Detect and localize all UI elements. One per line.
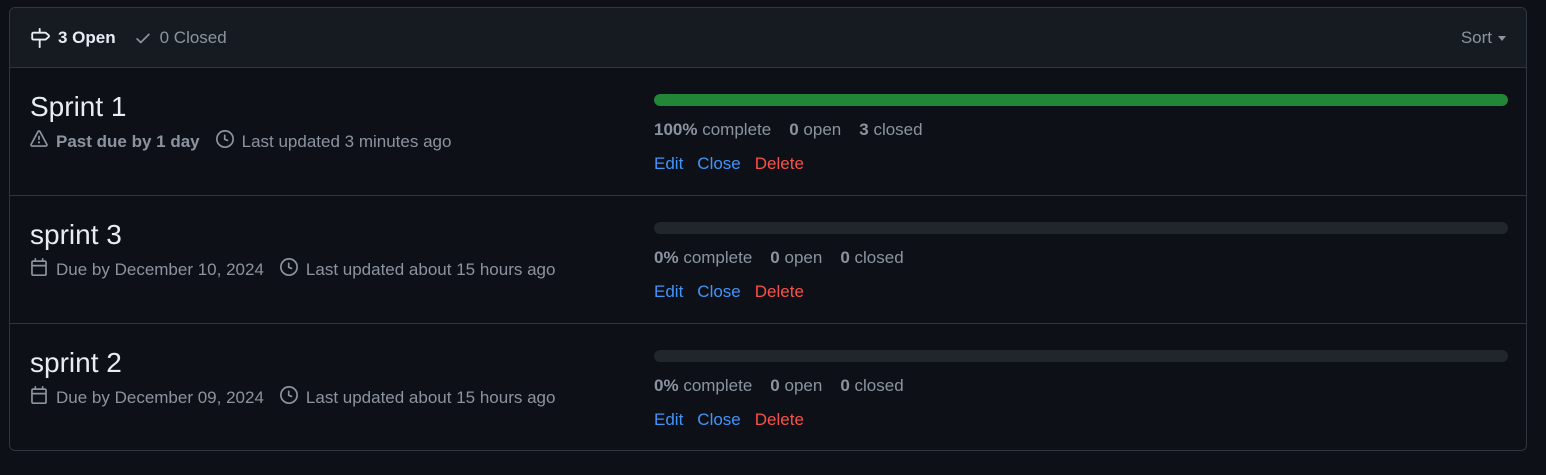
updated-text: Last updated about 15 hours ago [305, 259, 556, 279]
closed-issues-count: 0 closed [840, 248, 904, 267]
clock-icon [279, 386, 298, 409]
due-text: Due by December 09, 2024 [56, 387, 264, 407]
calendar-icon [30, 258, 48, 281]
milestones-header: 3 Open 0 Closed Sort [10, 8, 1526, 68]
milestone-actions: Edit Close Delete [654, 410, 1508, 430]
due-text: Past due by 1 day [56, 131, 200, 151]
clock-icon [279, 258, 298, 281]
milestone-row: Sprint 1 Past due by 1 day Last updated … [10, 68, 1526, 196]
open-issues-count: 0 open [770, 376, 823, 395]
check-icon [134, 29, 152, 47]
due-text: Due by December 10, 2024 [56, 259, 264, 279]
open-count-label: 3 Open [58, 27, 116, 47]
delete-link[interactable]: Delete [755, 282, 804, 302]
delete-link[interactable]: Delete [755, 154, 804, 174]
milestone-actions: Edit Close Delete [654, 282, 1508, 302]
alert-icon [30, 130, 48, 153]
milestone-actions: Edit Close Delete [654, 154, 1508, 174]
milestone-title[interactable]: Sprint 1 [30, 90, 467, 124]
percent-complete: 0% complete [654, 376, 753, 395]
edit-link[interactable]: Edit [654, 282, 683, 302]
milestone-stats: 0% complete 0 open 0 closed [654, 376, 1508, 396]
milestone-due: Past due by 1 day [30, 130, 200, 153]
close-link[interactable]: Close [697, 154, 740, 174]
open-filter[interactable]: 3 Open [30, 27, 116, 48]
edit-link[interactable]: Edit [654, 154, 683, 174]
milestone-title[interactable]: sprint 3 [30, 218, 571, 252]
close-link[interactable]: Close [697, 410, 740, 430]
open-issues-count: 0 open [770, 248, 823, 267]
milestone-updated: Last updated 3 minutes ago [215, 130, 452, 153]
progress-bar-fill [654, 94, 1508, 106]
calendar-icon [30, 386, 48, 409]
caret-down-icon [1498, 36, 1506, 41]
progress-bar [654, 94, 1508, 106]
open-issues-count: 0 open [789, 120, 842, 139]
milestone-updated: Last updated about 15 hours ago [279, 386, 556, 409]
percent-complete: 100% complete [654, 120, 772, 139]
edit-link[interactable]: Edit [654, 410, 683, 430]
milestone-due: Due by December 10, 2024 [30, 258, 264, 281]
milestone-due: Due by December 09, 2024 [30, 386, 264, 409]
milestone-icon [30, 27, 50, 48]
closed-count-label: 0 Closed [159, 27, 227, 47]
updated-text: Last updated about 15 hours ago [305, 387, 556, 407]
milestone-meta: Due by December 09, 2024 Last updated ab… [30, 386, 571, 409]
clock-icon [215, 130, 234, 153]
milestone-row: sprint 2 Due by December 09, 2024 Last u… [10, 324, 1526, 450]
sort-label: Sort [1460, 27, 1492, 47]
progress-bar [654, 222, 1508, 234]
percent-complete: 0% complete [654, 248, 753, 267]
closed-issues-count: 3 closed [859, 120, 923, 139]
milestone-stats: 100% complete 0 open 3 closed [654, 120, 1508, 140]
milestone-updated: Last updated about 15 hours ago [279, 258, 556, 281]
milestone-stats: 0% complete 0 open 0 closed [654, 248, 1508, 268]
milestone-row: sprint 3 Due by December 10, 2024 Last u… [10, 196, 1526, 324]
milestone-title[interactable]: sprint 2 [30, 346, 571, 380]
milestone-meta: Past due by 1 day Last updated 3 minutes… [30, 130, 467, 153]
closed-filter[interactable]: 0 Closed [134, 28, 227, 48]
updated-text: Last updated 3 minutes ago [241, 131, 452, 151]
sort-dropdown[interactable]: Sort [1461, 28, 1506, 48]
closed-issues-count: 0 closed [840, 376, 904, 395]
delete-link[interactable]: Delete [755, 410, 804, 430]
milestone-meta: Due by December 10, 2024 Last updated ab… [30, 258, 571, 281]
milestones-panel: 3 Open 0 Closed Sort Sprint 1 Past due b… [9, 7, 1527, 451]
close-link[interactable]: Close [697, 282, 740, 302]
milestone-list: Sprint 1 Past due by 1 day Last updated … [10, 68, 1526, 450]
progress-bar [654, 350, 1508, 362]
